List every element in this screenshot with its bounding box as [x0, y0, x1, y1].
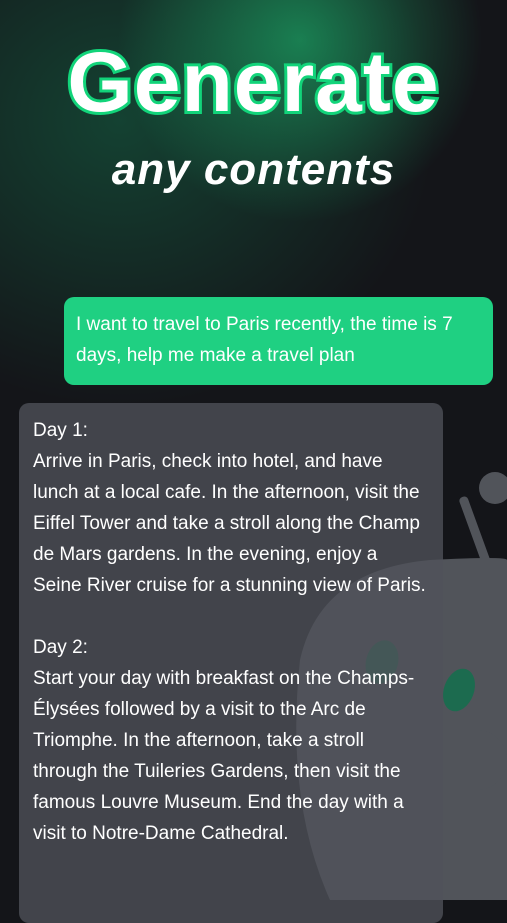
ai-response-bubble: Day 1: Arrive in Paris, check into hotel…: [19, 403, 443, 923]
page-title: Generate: [64, 35, 441, 129]
day-1-text: Arrive in Paris, check into hotel, and h…: [33, 451, 426, 596]
page-subtitle: any contents: [111, 145, 396, 194]
day-2-text: Start your day with breakfast on the Cha…: [33, 668, 415, 844]
user-message-bubble: I want to travel to Paris recently, the …: [64, 297, 493, 385]
day-2-label: Day 2:: [33, 637, 88, 658]
user-message-text: I want to travel to Paris recently, the …: [76, 314, 453, 366]
day-spacer: [33, 601, 429, 632]
day-1-label: Day 1:: [33, 420, 88, 441]
